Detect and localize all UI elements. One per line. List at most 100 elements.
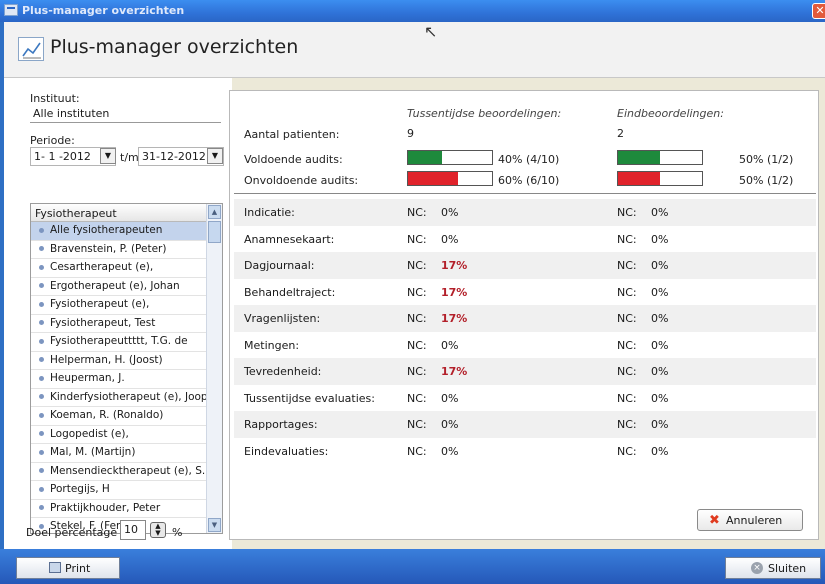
voldoende-label: Voldoende audits: [244, 153, 343, 166]
nc-value: 17% [441, 365, 468, 378]
col2-header: Eindbeoordelingen: [617, 107, 724, 120]
sluiten-button[interactable]: × Sluiten [725, 557, 821, 579]
list-item-label: Fysiotherapeuttttt, T.G. de [50, 335, 188, 347]
list-item-label: Mal, M. (Martijn) [50, 446, 136, 458]
nc-value: 0% [441, 418, 459, 431]
chevron-down-icon[interactable]: ▼ [100, 148, 116, 164]
nc-label: NC: [407, 338, 427, 352]
row-label: Rapportages: [244, 418, 318, 431]
list-header[interactable]: Fysiotherapeut [31, 204, 222, 222]
nc-label: NC: [617, 444, 637, 458]
table-row: Tussentijdse evaluaties: NC: 0% NC: 0% [234, 385, 816, 412]
app-icon [4, 4, 18, 16]
nc-value: 0% [651, 391, 669, 405]
bullet-icon [39, 264, 44, 270]
chart-report-icon [18, 37, 44, 61]
nc-label: NC: [407, 418, 427, 431]
list-item[interactable]: Fysiotherapeut (e), [31, 296, 222, 315]
nc-value: 0% [651, 285, 669, 299]
nc-label: NC: [407, 232, 427, 246]
list-item[interactable]: Mal, M. (Martijn) [31, 444, 222, 463]
doel-label: Doel percentage < [26, 526, 130, 539]
annuleren-button[interactable]: ✖ Annuleren [697, 509, 803, 531]
close-window-button[interactable]: ✕ [812, 3, 825, 19]
bullet-icon [39, 505, 44, 510]
row-label: Behandeltraject: [244, 285, 336, 299]
table-row: Indicatie: NC: 0% NC: 0% [234, 199, 816, 226]
list-item[interactable]: Alle fysiotherapeuten [31, 222, 222, 241]
list-scrollbar[interactable]: ▲ ▼ [206, 204, 222, 533]
bullet-icon [39, 283, 44, 288]
bar-fill [618, 151, 660, 164]
list-item-label: Helperman, H. (Joost) [50, 353, 163, 366]
bullet-icon [39, 357, 44, 362]
nc-value: 0% [651, 232, 669, 246]
list-item[interactable]: Bravenstein, P. (Peter) [31, 241, 222, 259]
therapist-list[interactable]: Fysiotherapeut Alle fysiotherapeuten Brav… [30, 203, 223, 534]
onvoldoende-col1: 60% (6/10) [498, 174, 560, 187]
list-item[interactable]: Praktijkhouder, Peter [31, 500, 222, 518]
printer-icon [49, 562, 61, 573]
page-header: Plus-manager overzichten ↖ [4, 22, 825, 78]
table-row: Rapportages: NC: 0% NC: 0% [234, 411, 816, 438]
list-item[interactable]: Ergotherapeut (e), Johan [31, 278, 222, 296]
row-label: Dagjournaal: [244, 259, 315, 272]
table-row: Vragenlijsten: NC: 17% NC: 0% [234, 305, 816, 332]
page-title: Plus-manager overzichten [50, 36, 299, 58]
list-item[interactable]: Portegijs, H [31, 481, 222, 500]
scroll-thumb[interactable] [208, 221, 221, 243]
instituut-field[interactable]: Alle instituten [30, 105, 221, 123]
bullet-icon [39, 412, 44, 418]
close-circle-icon: × [751, 562, 763, 574]
nc-label: NC: [617, 338, 637, 352]
list-item[interactable]: Koeman, R. (Ronaldo) [31, 407, 222, 426]
onvoldoende-col2-bar [617, 171, 703, 186]
table-row: Behandeltraject: NC: 17% NC: 0% [234, 279, 816, 306]
nc-value: 0% [651, 312, 669, 325]
nc-label: NC: [407, 391, 427, 405]
row-label: Tevredenheid: [244, 365, 322, 378]
onvoldoende-col1-bar [407, 171, 493, 186]
periode-label: Periode: [30, 134, 75, 147]
bullet-icon [39, 320, 44, 325]
chevron-down-icon[interactable]: ▼ [207, 148, 223, 164]
bar-fill [408, 151, 442, 164]
nc-value: 0% [441, 444, 459, 458]
table-row: Dagjournaal: NC: 17% NC: 0% [234, 252, 816, 279]
cancel-x-icon: ✖ [709, 513, 720, 528]
list-item[interactable]: Logopedist (e), [31, 426, 222, 444]
nc-label: NC: [617, 365, 637, 378]
nc-label: NC: [617, 206, 637, 219]
row-label: Eindevaluaties: [244, 444, 329, 458]
scroll-down-icon[interactable]: ▼ [208, 518, 221, 532]
nc-value: 17% [441, 285, 468, 299]
list-item-label: Fysiotherapeut (e), [50, 298, 150, 310]
list-item[interactable]: Fysiotherapeuttttt, T.G. de [31, 333, 222, 352]
list-item[interactable]: Fysiotherapeut, Test [31, 315, 222, 333]
col1-header: Tussentijdse beoordelingen: [407, 107, 562, 120]
instituut-label: Instituut: [30, 92, 80, 105]
list-item[interactable]: Mensendiecktherapeut (e), S.L. [31, 463, 222, 481]
row-label: Anamnesekaart: [244, 232, 335, 246]
spinner-arrows-icon[interactable]: ▲ ▼ [150, 522, 166, 538]
list-item[interactable]: Kinderfysiotherapeut (e), Joop [31, 389, 222, 407]
print-button[interactable]: Print [16, 557, 120, 579]
table-row: Tevredenheid: NC: 17% NC: 0% [234, 358, 816, 385]
aantal-label: Aantal patienten: [244, 128, 340, 141]
annuleren-label: Annuleren [726, 514, 783, 527]
voldoende-col1: 40% (4/10) [498, 153, 560, 166]
list-item-label: Alle fysiotherapeuten [50, 224, 163, 236]
scroll-up-icon[interactable]: ▲ [208, 205, 221, 219]
nc-value: 17% [441, 259, 468, 272]
nc-label: NC: [617, 259, 637, 272]
nc-label: NC: [407, 365, 427, 378]
nc-label: NC: [407, 206, 427, 219]
doel-percentage-input[interactable]: 10 [120, 520, 146, 540]
list-item-label: Praktijkhouder, Peter [50, 501, 161, 514]
bullet-icon [39, 431, 44, 436]
table-row: Metingen: NC: 0% NC: 0% [234, 332, 816, 359]
list-item[interactable]: Heuperman, J. [31, 370, 222, 389]
list-item[interactable]: Helperman, H. (Joost) [31, 352, 222, 370]
list-item-label: Cesartherapeut (e), [50, 261, 154, 273]
list-item[interactable]: Cesartherapeut (e), [31, 259, 222, 278]
